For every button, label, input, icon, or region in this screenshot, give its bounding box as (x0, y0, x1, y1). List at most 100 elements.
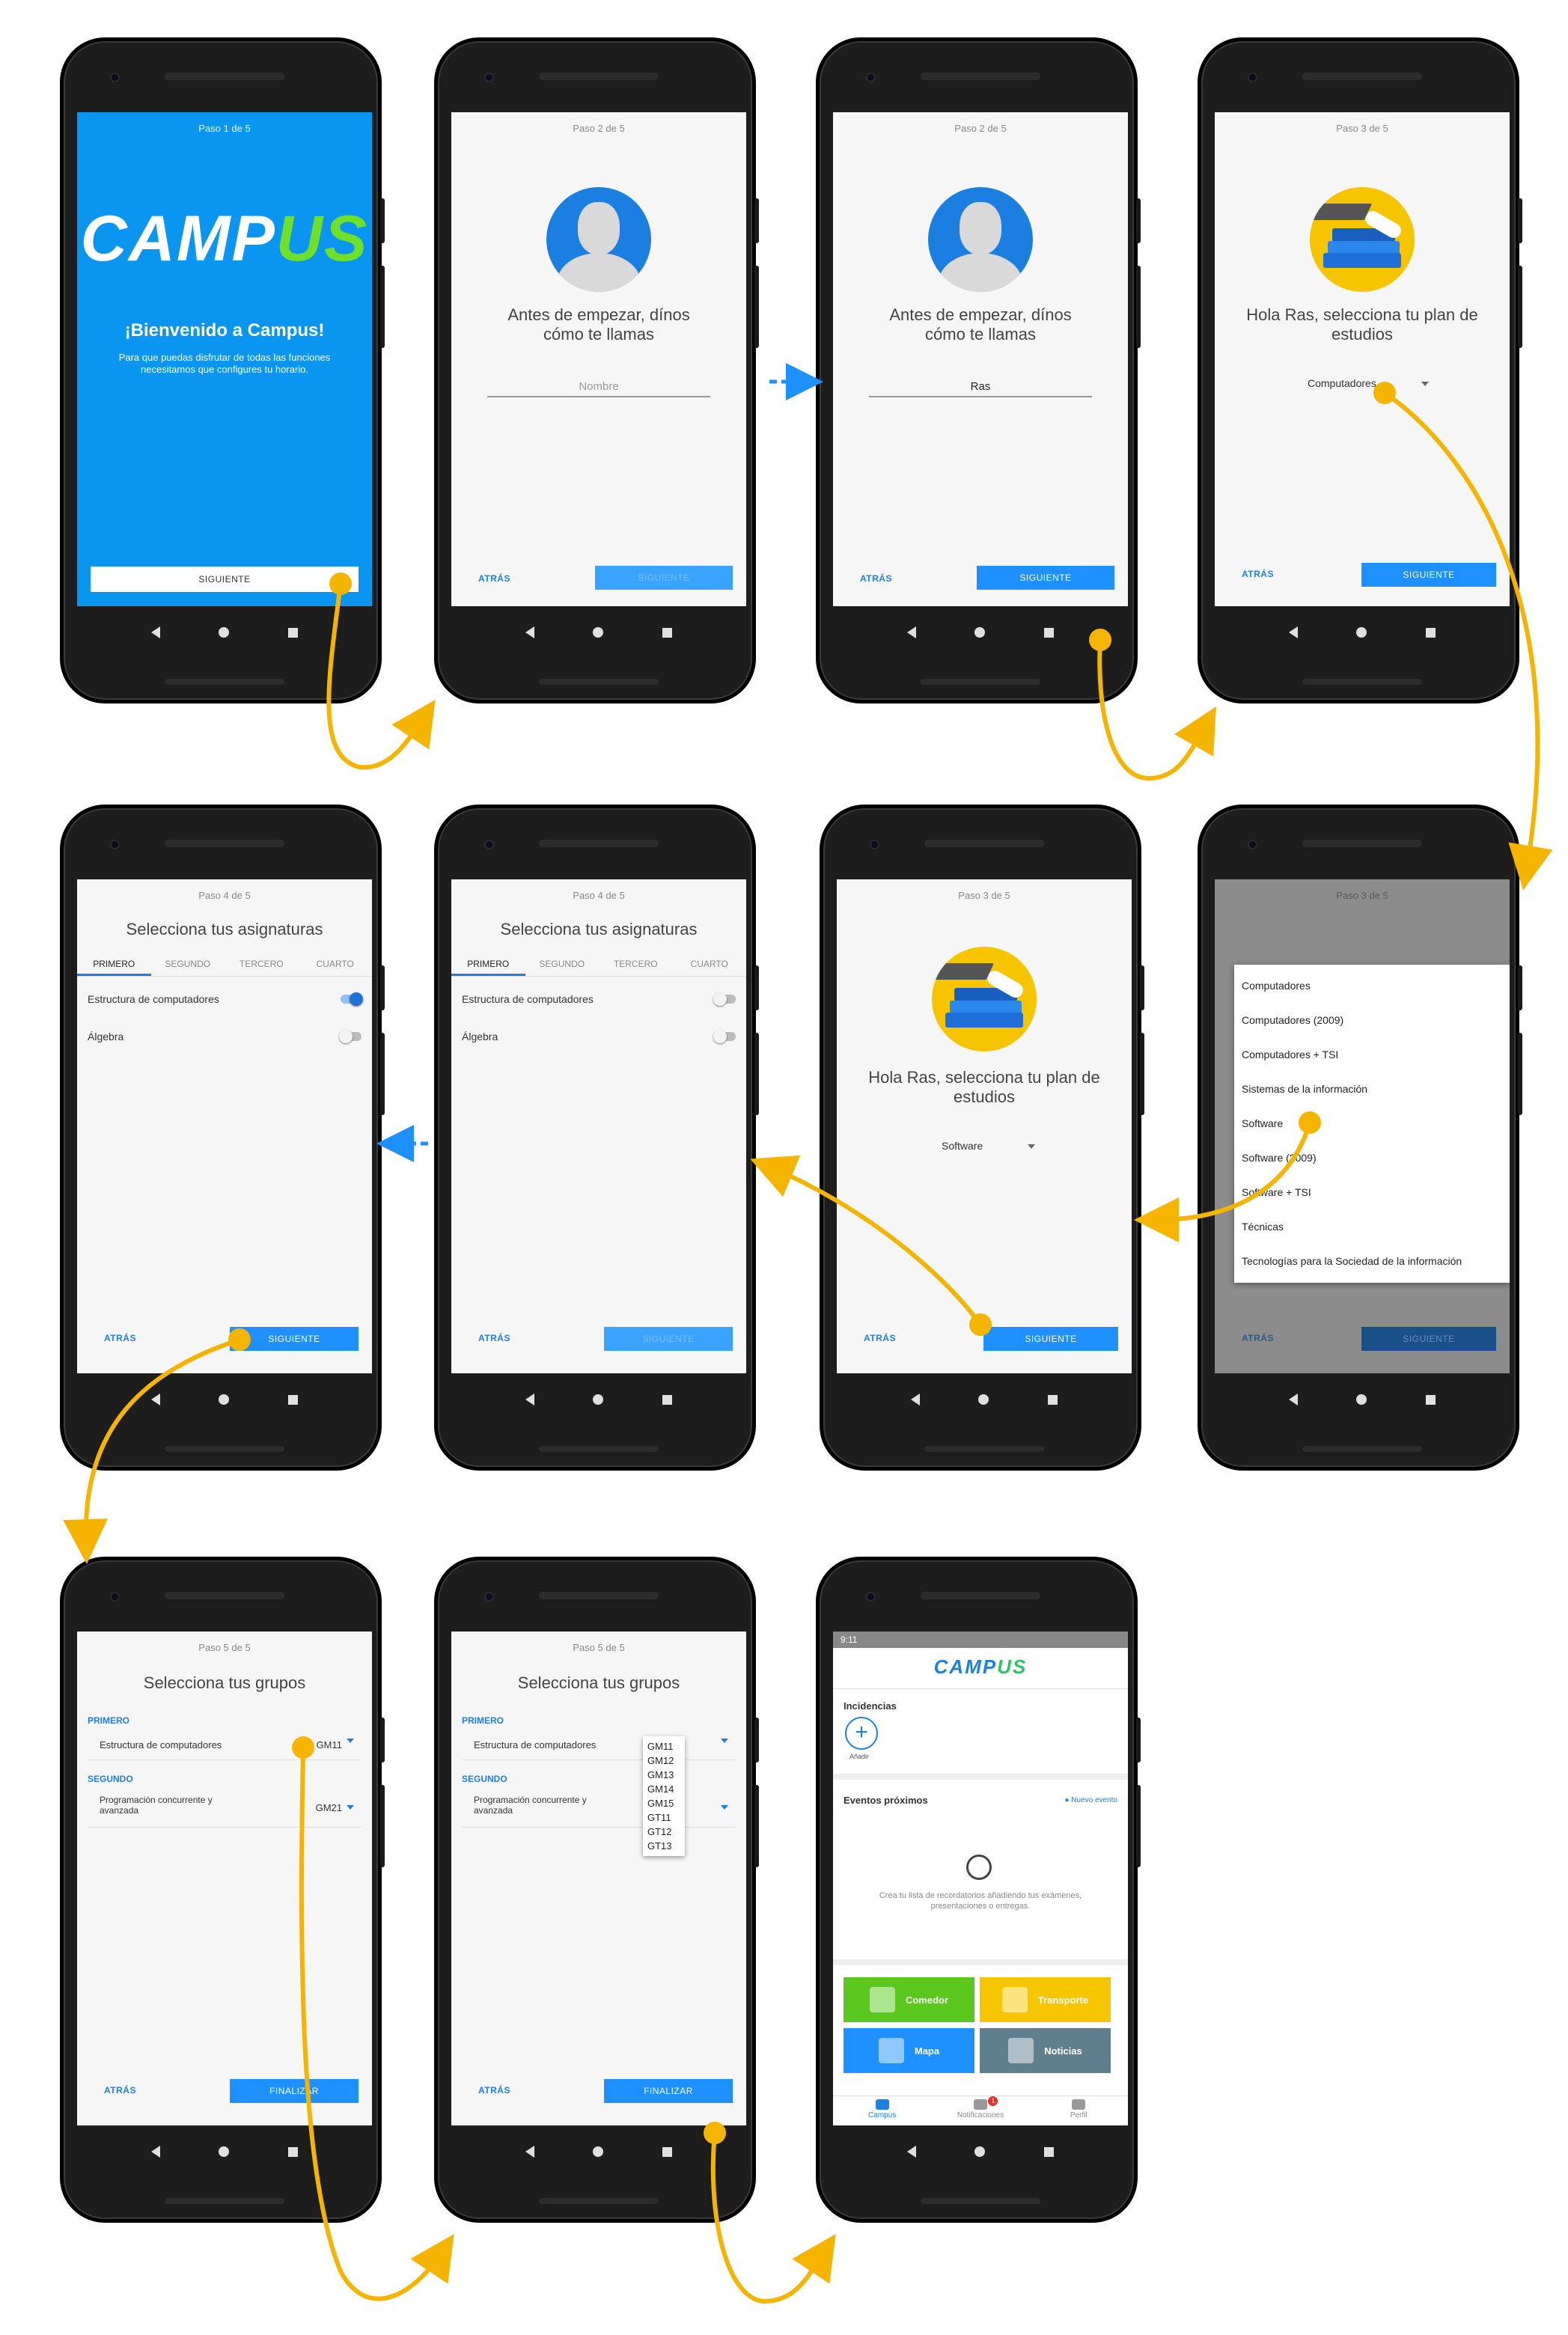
subject-toggle[interactable] (713, 1030, 736, 1043)
next-button[interactable]: SIGUIENTE (977, 566, 1114, 590)
back-nav-icon[interactable] (151, 2146, 161, 2158)
home-nav-icon[interactable] (974, 2146, 986, 2157)
recents-nav-icon[interactable] (662, 627, 672, 638)
tile-comedor[interactable]: Comedor (844, 1977, 974, 2022)
tile-mapa[interactable]: Mapa (844, 2028, 974, 2073)
group-row[interactable]: Programación concurrente y avanzada GM21 (88, 1792, 362, 1828)
tab-segundo[interactable]: SEGUNDO (151, 954, 225, 976)
back-button[interactable]: ATRÁS (864, 1333, 896, 1343)
recents-nav-icon[interactable] (287, 627, 298, 638)
menu-item[interactable]: Software (1234, 1106, 1510, 1141)
back-button[interactable]: ATRÁS (104, 2085, 136, 2096)
menu-item[interactable]: Tecnologías para la Sociedad de la infor… (1234, 1244, 1510, 1278)
name-input[interactable]: Ras (869, 380, 1092, 397)
menu-item[interactable]: Software + TSI (1234, 1175, 1510, 1209)
next-button[interactable]: SIGUIENTE (595, 566, 733, 590)
finish-button[interactable]: FINALIZAR (230, 2079, 359, 2103)
recents-nav-icon[interactable] (287, 1394, 298, 1405)
back-button[interactable]: ATRÁS (860, 573, 892, 584)
back-button[interactable]: ATRÁS (478, 1333, 510, 1343)
home-nav-icon[interactable] (974, 627, 986, 638)
home-nav-icon[interactable] (219, 2146, 230, 2157)
recents-nav-icon[interactable] (1047, 1394, 1058, 1405)
next-button[interactable]: SIGUIENTE (1361, 563, 1496, 587)
tab-cuarto[interactable]: CUARTO (673, 954, 747, 976)
back-nav-icon[interactable] (525, 626, 535, 638)
tab-primero[interactable]: PRIMERO (77, 954, 151, 976)
back-nav-icon[interactable] (151, 1394, 161, 1405)
nav-campus[interactable]: Campus (833, 2096, 931, 2125)
tab-segundo[interactable]: SEGUNDO (525, 954, 600, 976)
tab-tercero[interactable]: TERCERO (225, 954, 299, 976)
home-nav-icon[interactable] (1356, 627, 1367, 638)
menu-item[interactable]: GT11 (643, 1810, 685, 1825)
back-button[interactable]: ATRÁS (478, 2085, 510, 2096)
next-button[interactable]: SIGUIENTE (91, 567, 359, 592)
tab-primero[interactable]: PRIMERO (451, 954, 525, 976)
add-incident-icon[interactable]: + (845, 1717, 878, 1750)
next-button[interactable]: SIGUIENTE (983, 1327, 1118, 1351)
back-nav-icon[interactable] (1289, 1394, 1299, 1405)
menu-item[interactable]: Computadores (2009) (1234, 1003, 1510, 1037)
home-nav-icon[interactable] (593, 1394, 604, 1405)
recents-nav-icon[interactable] (662, 1394, 672, 1405)
finish-button[interactable]: FINALIZAR (604, 2079, 733, 2103)
group-row[interactable]: Programación concurrente y avanzada (462, 1792, 736, 1828)
tile-noticias[interactable]: Noticias (980, 2028, 1111, 2073)
back-nav-icon[interactable] (525, 1394, 535, 1405)
menu-item[interactable]: GM14 (643, 1782, 685, 1796)
menu-item[interactable]: Computadores + TSI (1234, 1037, 1510, 1072)
recents-nav-icon[interactable] (1425, 627, 1436, 638)
nav-perfil[interactable]: Perfil (1030, 2096, 1128, 2125)
tab-tercero[interactable]: TERCERO (599, 954, 673, 976)
menu-item[interactable]: Software (2009) (1234, 1141, 1510, 1175)
back-button[interactable]: ATRÁS (478, 573, 510, 584)
menu-item[interactable]: GM15 (643, 1796, 685, 1810)
home-nav-icon[interactable] (978, 1394, 989, 1405)
back-nav-icon[interactable] (907, 2146, 917, 2158)
menu-item[interactable]: Sistemas de la información (1234, 1072, 1510, 1106)
plan-dropdown[interactable]: Software (942, 1140, 1036, 1152)
newspaper-icon (1008, 2038, 1034, 2063)
plan-dropdown[interactable]: Computadores (1308, 377, 1429, 389)
menu-item[interactable]: GT13 (643, 1839, 685, 1853)
tile-transporte[interactable]: Transporte (980, 1977, 1111, 2022)
menu-item[interactable]: GM12 (643, 1753, 685, 1768)
recents-nav-icon[interactable] (1043, 2146, 1054, 2157)
subject-toggle[interactable] (339, 1030, 362, 1043)
menu-item[interactable]: GM13 (643, 1768, 685, 1782)
group-row[interactable]: Estructura de computadores (462, 1735, 736, 1760)
campus-logo: CAMPUS (933, 1655, 1028, 1678)
back-nav-icon[interactable] (907, 626, 917, 638)
back-button[interactable]: ATRÁS (1242, 569, 1274, 579)
home-nav-icon[interactable] (219, 1394, 230, 1405)
new-event-link[interactable]: ● Nuevo evento (1064, 1796, 1117, 1804)
back-nav-icon[interactable] (911, 1394, 921, 1405)
back-nav-icon[interactable] (1289, 626, 1299, 638)
subject-toggle[interactable] (713, 992, 736, 1006)
next-button[interactable]: SIGUIENTE (604, 1327, 733, 1351)
menu-item[interactable]: GM11 (643, 1739, 685, 1753)
name-input[interactable]: Nombre (487, 380, 710, 397)
menu-item[interactable]: GT12 (643, 1825, 685, 1839)
menu-item[interactable]: Computadores (1234, 968, 1510, 1003)
back-nav-icon[interactable] (151, 626, 161, 638)
recents-nav-icon[interactable] (1425, 1394, 1436, 1405)
tab-cuarto[interactable]: CUARTO (299, 954, 373, 976)
next-button[interactable]: SIGUIENTE (230, 1327, 359, 1351)
home-nav-icon[interactable] (219, 627, 230, 638)
recents-nav-icon[interactable] (662, 2146, 672, 2157)
menu-item[interactable]: Técnicas (1234, 1209, 1510, 1244)
recents-nav-icon[interactable] (287, 2146, 298, 2157)
home-nav-icon[interactable] (1356, 1394, 1367, 1405)
back-button[interactable]: ATRÁS (104, 1333, 136, 1343)
nav-notificaciones[interactable]: Notificaciones 1 (931, 2096, 1029, 2125)
next-button[interactable]: SIGUIENTE (1361, 1327, 1496, 1351)
home-nav-icon[interactable] (593, 2146, 604, 2157)
subject-toggle[interactable] (341, 992, 363, 1006)
recents-nav-icon[interactable] (1043, 627, 1054, 638)
group-row[interactable]: Estructura de computadores GM11 (88, 1735, 362, 1760)
back-nav-icon[interactable] (525, 2146, 535, 2158)
back-button[interactable]: ATRÁS (1242, 1333, 1274, 1343)
home-nav-icon[interactable] (593, 627, 604, 638)
